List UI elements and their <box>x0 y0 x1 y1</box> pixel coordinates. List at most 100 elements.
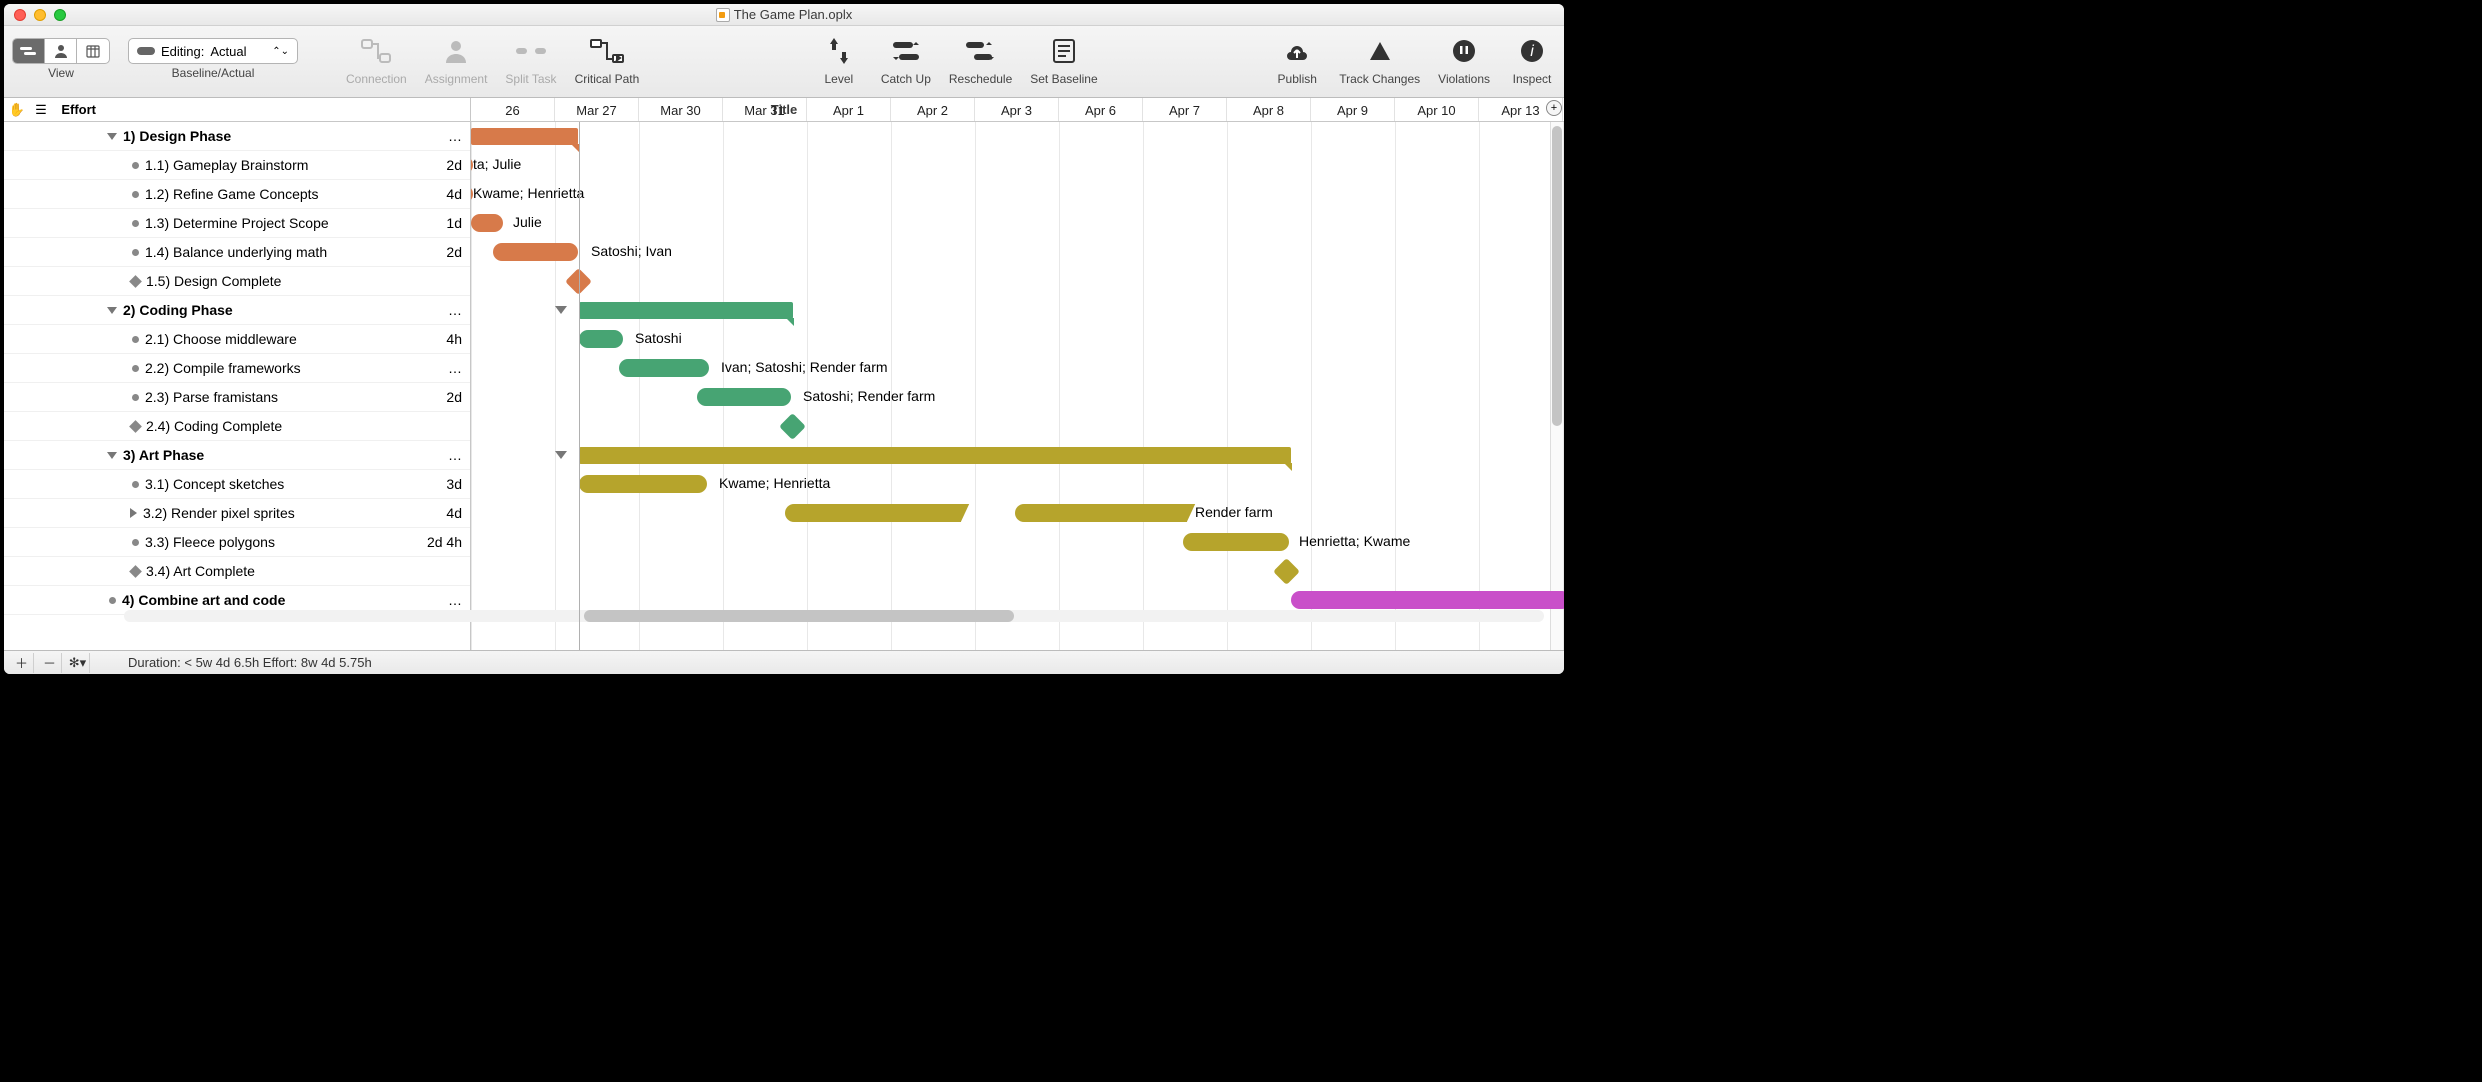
date-header[interactable]: Apr 1 <box>807 98 891 121</box>
task-bar-segment[interactable] <box>1015 504 1187 522</box>
remove-button[interactable]: － <box>38 653 62 673</box>
tb-critical[interactable]: Critical Path <box>575 32 640 86</box>
outline-row[interactable]: 3.1) Concept sketches3d <box>4 470 470 499</box>
task-title[interactable]: 1.4) Balance underlying math <box>145 244 327 260</box>
disclosure-triangle-icon[interactable] <box>107 307 117 314</box>
task-bar[interactable] <box>1183 533 1289 551</box>
disclosure-triangle-icon[interactable] <box>107 452 117 459</box>
task-bar[interactable] <box>697 388 791 406</box>
tb-connection[interactable]: Connection <box>346 32 407 86</box>
task-title[interactable]: 1.2) Refine Game Concepts <box>145 186 319 202</box>
task-title[interactable]: 3.2) Render pixel sprites <box>143 505 295 521</box>
task-title[interactable]: 3.4) Art Complete <box>146 563 255 579</box>
date-header[interactable]: Apr 9 <box>1311 98 1395 121</box>
outline-row[interactable]: 3.3) Fleece polygons 2d 4h <box>4 528 470 557</box>
task-effort[interactable]: 2d 4h <box>418 534 470 550</box>
outline-row[interactable]: 2.4) Coding Complete <box>4 412 470 441</box>
outline-row[interactable]: 2.2) Compile frameworks … <box>4 354 470 383</box>
task-effort[interactable]: … <box>418 592 470 608</box>
task-effort[interactable]: … <box>418 128 470 144</box>
date-header[interactable]: Apr 8 <box>1227 98 1311 121</box>
task-title[interactable]: 1) Design Phase <box>123 128 231 144</box>
outline-row[interactable]: 1) Design Phase … <box>4 122 470 151</box>
task-bar[interactable] <box>493 243 578 261</box>
task-title[interactable]: 3) Art Phase <box>123 447 204 463</box>
task-effort[interactable]: 4d <box>418 186 470 202</box>
date-header[interactable]: Apr 6 <box>1059 98 1143 121</box>
outline-row[interactable]: 2.1) Choose middleware 4h <box>4 325 470 354</box>
task-title[interactable]: 2.1) Choose middleware <box>145 331 297 347</box>
task-title[interactable]: 1.5) Design Complete <box>146 273 281 289</box>
outline-row[interactable]: 1.5) Design Complete <box>4 267 470 296</box>
horizontal-scroll-thumb[interactable] <box>584 610 1014 622</box>
outline-row[interactable]: 1.2) Refine Game Concepts 4d <box>4 180 470 209</box>
task-title[interactable]: 1.1) Gameplay Brainstorm <box>145 157 308 173</box>
task-title[interactable]: 4) Combine art and code <box>122 592 285 608</box>
date-header[interactable]: Mar 30 <box>639 98 723 121</box>
tb-assignment[interactable]: Assignment <box>425 32 488 86</box>
outline-row[interactable]: 2) Coding Phase… <box>4 296 470 325</box>
task-effort[interactable]: 4h <box>418 331 470 347</box>
horizontal-scrollbar[interactable] <box>124 610 1544 622</box>
outline-row[interactable]: 3.4) Art Complete <box>4 557 470 586</box>
tb-level[interactable]: Level <box>815 32 863 86</box>
outline-row[interactable]: 3) Art Phase … <box>4 441 470 470</box>
tb-split[interactable]: Split Task <box>505 32 556 86</box>
outline-row[interactable]: 1.1) Gameplay Brainstorm 2d <box>4 151 470 180</box>
task-bar[interactable] <box>1291 591 1564 609</box>
action-menu-button[interactable]: ✻▾ <box>66 653 90 673</box>
milestone-marker[interactable] <box>779 413 806 440</box>
tb-violations[interactable]: Violations <box>1438 32 1490 86</box>
outline-pane[interactable]: 1) Design Phase … 1.1) Gameplay Brainstorm… <box>4 122 471 650</box>
outline-row[interactable]: 3.2) Render pixel sprites 4d <box>4 499 470 528</box>
tb-setbaseline[interactable]: Set Baseline <box>1030 32 1097 86</box>
task-bar[interactable] <box>471 214 503 232</box>
task-bar[interactable] <box>619 359 709 377</box>
task-title[interactable]: 3.3) Fleece polygons <box>145 534 275 550</box>
date-header[interactable]: Mar 31 <box>723 98 807 121</box>
task-title[interactable]: 2.4) Coding Complete <box>146 418 282 434</box>
date-header[interactable]: Apr 13 <box>1479 98 1563 121</box>
date-header[interactable]: Apr 7 <box>1143 98 1227 121</box>
summary-bar[interactable] <box>579 302 793 319</box>
summary-collapse-icon[interactable] <box>555 451 567 459</box>
view-mode-gantt[interactable] <box>13 39 45 63</box>
task-bar[interactable] <box>579 330 623 348</box>
date-header[interactable]: Ap <box>1563 98 1564 121</box>
date-header[interactable]: Apr 2 <box>891 98 975 121</box>
summary-bar[interactable] <box>471 128 578 145</box>
add-button[interactable]: ＋ <box>10 653 34 673</box>
task-bar-segment[interactable] <box>785 504 961 522</box>
tb-track[interactable]: Track Changes <box>1339 32 1420 86</box>
disclosure-triangle-icon[interactable] <box>107 133 117 140</box>
date-header[interactable]: Mar 27 <box>555 98 639 121</box>
task-effort[interactable]: … <box>418 360 470 376</box>
task-effort[interactable]: 3d <box>418 476 470 492</box>
task-effort[interactable]: 4d <box>418 505 470 521</box>
task-bar[interactable] <box>579 475 707 493</box>
task-effort[interactable]: … <box>418 447 470 463</box>
outline-row[interactable]: 1.3) Determine Project Scope1d <box>4 209 470 238</box>
task-effort[interactable]: 2d <box>418 157 470 173</box>
timeline-header[interactable]: + 26Mar 27Mar 30Mar 31Apr 1Apr 2Apr 3Apr… <box>471 98 1564 121</box>
summary-collapse-icon[interactable] <box>555 306 567 314</box>
date-header[interactable]: 26 <box>471 98 555 121</box>
task-title[interactable]: 2) Coding Phase <box>123 302 233 318</box>
gantt-pane[interactable]: ta; JulieKwame; HenriettaJulieSatoshi; I… <box>471 122 1564 650</box>
summary-bar[interactable] <box>579 447 1291 464</box>
view-mode-calendar[interactable] <box>77 39 109 63</box>
date-header[interactable]: Apr 10 <box>1395 98 1479 121</box>
baseline-actual-select[interactable]: Editing: Actual ⌃⌄ <box>128 38 298 64</box>
task-effort[interactable]: 1d <box>418 215 470 231</box>
milestone-marker[interactable] <box>1273 558 1300 585</box>
outline-row[interactable]: 1.4) Balance underlying math 2d <box>4 238 470 267</box>
tb-reschedule[interactable]: Reschedule <box>949 32 1012 86</box>
disclosure-triangle-icon[interactable] <box>130 508 137 518</box>
outline-row[interactable]: 2.3) Parse framistans 2d <box>4 383 470 412</box>
task-effort[interactable]: 2d <box>418 244 470 260</box>
view-mode-resource[interactable] <box>45 39 77 63</box>
task-title[interactable]: 2.3) Parse framistans <box>145 389 278 405</box>
task-effort[interactable]: 2d <box>418 389 470 405</box>
date-header[interactable]: Apr 3 <box>975 98 1059 121</box>
task-title[interactable]: 2.2) Compile frameworks <box>145 360 301 376</box>
